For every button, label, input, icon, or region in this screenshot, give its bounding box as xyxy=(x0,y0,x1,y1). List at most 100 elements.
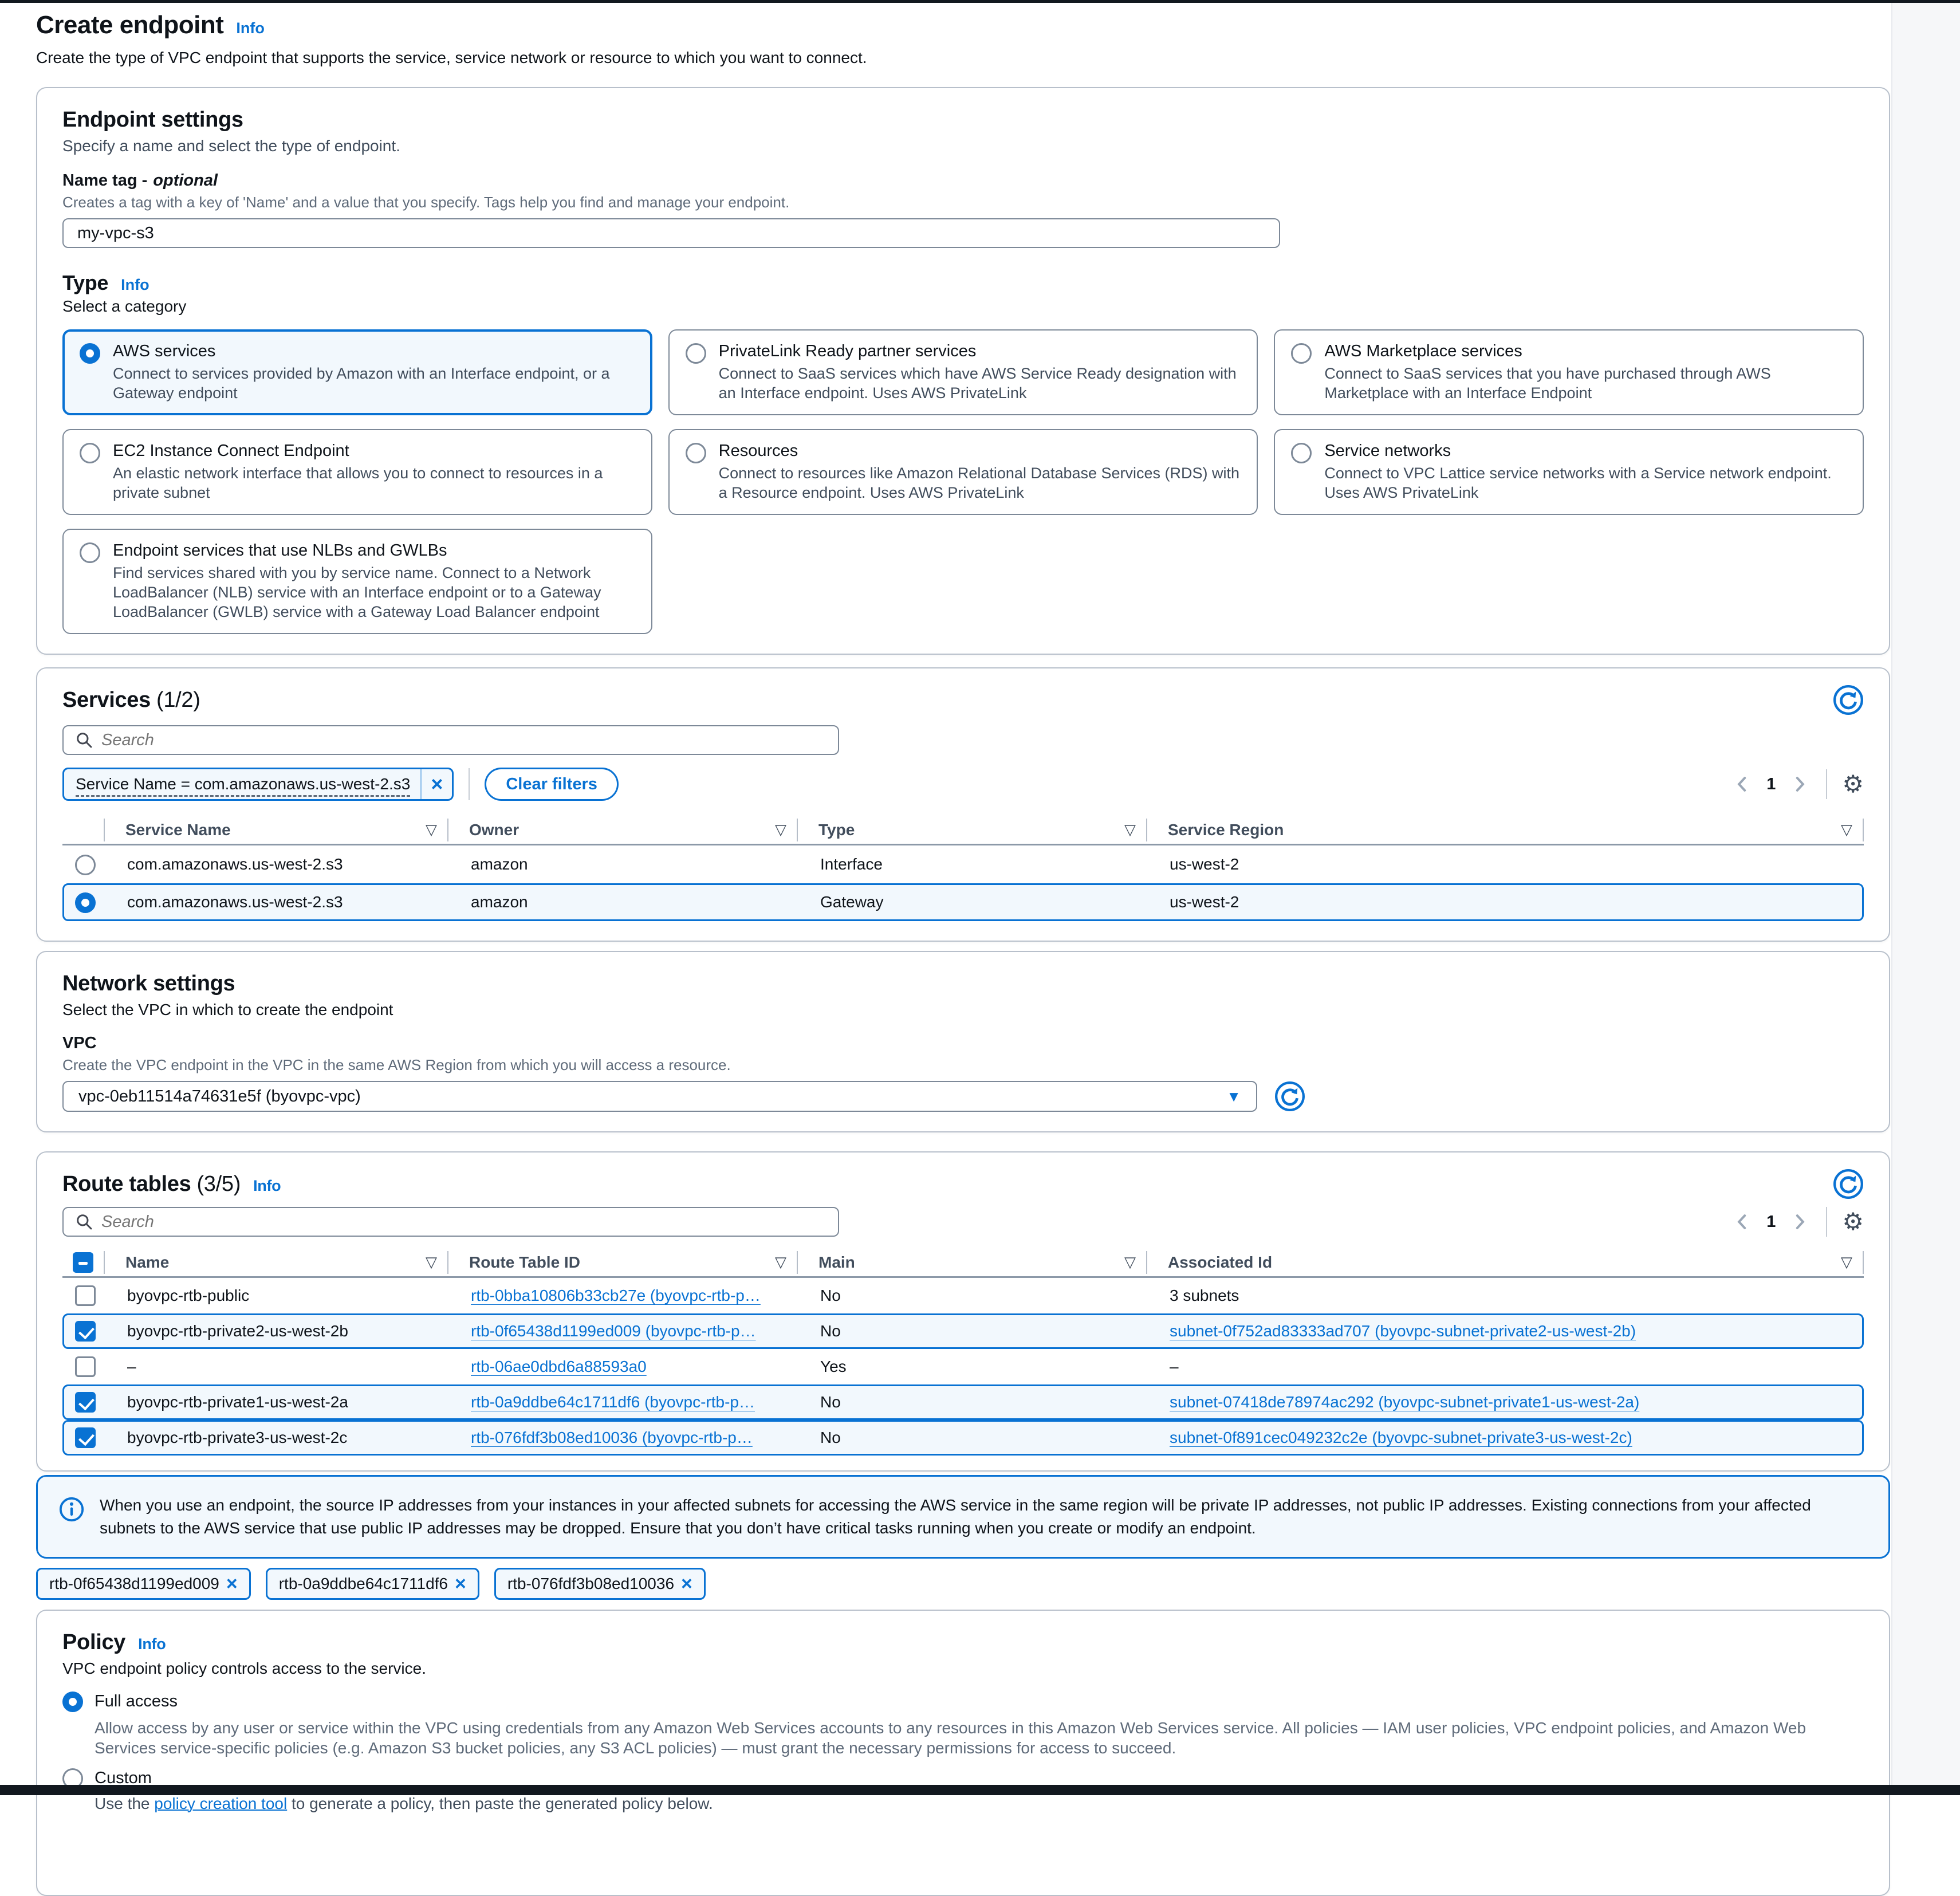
next-page-icon[interactable] xyxy=(1788,1210,1811,1233)
policy-info-link[interactable]: Info xyxy=(138,1635,166,1653)
radio-icon[interactable] xyxy=(686,443,706,463)
vpc-select[interactable]: vpc-0eb11514a74631e5f (byovpc-vpc) ▼ xyxy=(62,1081,1257,1112)
column-header-service-region[interactable]: Service Region▽ xyxy=(1147,819,1864,841)
page-number[interactable]: 1 xyxy=(1758,1213,1784,1232)
associated-id-cell: – xyxy=(1149,1358,1862,1376)
services-search-input[interactable] xyxy=(101,731,826,750)
row-radio-icon[interactable] xyxy=(75,855,96,875)
main-cell: Yes xyxy=(800,1358,1149,1376)
select-all-checkbox[interactable] xyxy=(73,1252,93,1273)
route-table-row[interactable]: byovpc-rtb-public rtb-0bba10806b33cb27e … xyxy=(62,1278,1864,1313)
services-pagination: 1 ⚙ xyxy=(1731,769,1864,799)
filter-caret-icon[interactable]: ▽ xyxy=(1124,821,1136,839)
route-table-row[interactable]: – rtb-06ae0dbd6a88593a0 Yes – xyxy=(62,1349,1864,1384)
row-checkbox-checked[interactable] xyxy=(75,1392,96,1413)
service-row-gateway[interactable]: com.amazonaws.us-west-2.s3 amazon Gatewa… xyxy=(62,883,1864,921)
subnets-popover-link[interactable]: 3 subnets xyxy=(1170,1287,1239,1305)
radio-icon[interactable] xyxy=(80,443,100,463)
endpoint-info-alert: When you use an endpoint, the source IP … xyxy=(36,1475,1890,1559)
category-ec2-instance-connect[interactable]: EC2 Instance Connect Endpoint An elastic… xyxy=(62,429,652,515)
policy-creation-tool-link[interactable]: policy creation tool xyxy=(154,1795,287,1812)
previous-page-icon[interactable] xyxy=(1731,773,1754,796)
radio-checked-icon[interactable] xyxy=(80,343,100,364)
type-info-link[interactable]: Info xyxy=(121,276,149,293)
radio-icon[interactable] xyxy=(1291,443,1312,463)
filter-caret-icon[interactable]: ▽ xyxy=(775,1253,786,1271)
radio-icon[interactable] xyxy=(1291,343,1312,364)
row-checkbox[interactable] xyxy=(75,1356,96,1377)
category-resources[interactable]: Resources Connect to resources like Amaz… xyxy=(668,429,1258,515)
column-header-route-table-id[interactable]: Route Table ID▽ xyxy=(448,1251,798,1274)
category-service-networks[interactable]: Service networks Connect to VPC Lattice … xyxy=(1274,429,1864,515)
route-table-token: rtb-0a9ddbe64c1711df6 × xyxy=(266,1568,479,1600)
services-refresh-button[interactable] xyxy=(1833,685,1864,718)
row-radio-checked-icon[interactable] xyxy=(75,892,96,913)
services-filter-row: Service Name = com.amazonaws.us-west-2.s… xyxy=(62,768,1864,801)
category-label: Service networks xyxy=(1324,442,1847,461)
route-table-id-link[interactable]: rtb-0f65438d1199ed009 (byovpc-rtb-p… xyxy=(471,1322,756,1340)
route-tables-search[interactable] xyxy=(62,1207,839,1237)
remove-filter-icon[interactable]: × xyxy=(420,769,452,799)
vpc-refresh-button[interactable] xyxy=(1274,1081,1305,1112)
service-row-interface[interactable]: com.amazonaws.us-west-2.s3 amazon Interf… xyxy=(62,845,1864,883)
subnet-link[interactable]: subnet-0f752ad83333ad707 (byovpc-subnet-… xyxy=(1170,1322,1636,1340)
page-number[interactable]: 1 xyxy=(1758,775,1784,794)
filter-caret-icon[interactable]: ▽ xyxy=(426,1253,437,1271)
previous-page-icon[interactable] xyxy=(1731,1210,1754,1233)
table-preferences-gear-icon[interactable]: ⚙ xyxy=(1842,1210,1864,1234)
name-cell: byovpc-rtb-private2-us-west-2b xyxy=(107,1322,450,1340)
clear-filters-button[interactable]: Clear filters xyxy=(485,768,619,801)
category-description: Connect to SaaS services which have AWS … xyxy=(719,364,1241,403)
route-table-id-link[interactable]: rtb-076fdf3b08ed10036 (byovpc-rtb-p… xyxy=(471,1429,753,1446)
page-info-link[interactable]: Info xyxy=(236,19,264,37)
row-checkbox[interactable] xyxy=(75,1285,96,1306)
route-table-id-link[interactable]: rtb-06ae0dbd6a88593a0 xyxy=(471,1358,647,1375)
next-page-icon[interactable] xyxy=(1788,773,1811,796)
filter-caret-icon[interactable]: ▽ xyxy=(1124,1253,1136,1271)
subnet-link[interactable]: subnet-07418de78974ac292 (byovpc-subnet-… xyxy=(1170,1393,1639,1411)
filter-token-label[interactable]: Service Name = com.amazonaws.us-west-2.s… xyxy=(76,775,410,797)
services-search[interactable] xyxy=(62,725,839,755)
custom-description: Use the policy creation tool to generate… xyxy=(95,1793,1864,1814)
row-checkbox-checked[interactable] xyxy=(75,1321,96,1342)
route-tables-refresh-button[interactable] xyxy=(1833,1169,1864,1202)
remove-token-icon[interactable]: × xyxy=(219,1573,245,1595)
filter-caret-icon[interactable]: ▽ xyxy=(426,821,437,839)
right-panel-gutter xyxy=(1891,3,1960,1785)
route-tables-info-link[interactable]: Info xyxy=(253,1177,281,1194)
route-table-row[interactable]: byovpc-rtb-private1-us-west-2a rtb-0a9dd… xyxy=(62,1384,1864,1420)
remove-token-icon[interactable]: × xyxy=(674,1573,699,1595)
window-top-border xyxy=(0,0,1960,3)
radio-icon[interactable] xyxy=(80,542,100,563)
category-nlb-gwlb[interactable]: Endpoint services that use NLBs and GWLB… xyxy=(62,529,652,634)
row-checkbox-checked[interactable] xyxy=(75,1427,96,1448)
filter-caret-icon[interactable]: ▽ xyxy=(1841,1253,1852,1271)
table-preferences-gear-icon[interactable]: ⚙ xyxy=(1842,772,1864,796)
route-table-id-link[interactable]: rtb-0bba10806b33cb27e (byovpc-rtb-p… xyxy=(471,1287,761,1304)
subnet-link[interactable]: subnet-0f891cec049232c2e (byovpc-subnet-… xyxy=(1170,1429,1632,1446)
column-header-associated-id[interactable]: Associated Id▽ xyxy=(1147,1251,1864,1274)
column-header-main[interactable]: Main▽ xyxy=(798,1251,1147,1274)
column-header-service-name[interactable]: Service Name▽ xyxy=(105,819,448,841)
filter-caret-icon[interactable]: ▽ xyxy=(775,821,786,839)
divider xyxy=(1826,1207,1827,1237)
filter-caret-icon[interactable]: ▽ xyxy=(1841,821,1852,839)
column-header-owner[interactable]: Owner▽ xyxy=(448,819,798,841)
alert-text: When you use an endpoint, the source IP … xyxy=(100,1494,1868,1540)
column-header-type[interactable]: Type▽ xyxy=(798,819,1147,841)
category-aws-services[interactable]: AWS services Connect to services provide… xyxy=(62,329,652,415)
route-table-row[interactable]: byovpc-rtb-private3-us-west-2c rtb-076fd… xyxy=(62,1420,1864,1456)
policy-full-access-option[interactable]: Full access xyxy=(62,1690,1864,1712)
page-header: Create endpointInfo Create the type of V… xyxy=(36,11,1890,67)
radio-checked-icon[interactable] xyxy=(62,1692,83,1712)
category-marketplace[interactable]: AWS Marketplace services Connect to SaaS… xyxy=(1274,329,1864,415)
route-tables-search-input[interactable] xyxy=(101,1213,826,1232)
category-privatelink-partner[interactable]: PrivateLink Ready partner services Conne… xyxy=(668,329,1258,415)
route-table-row[interactable]: byovpc-rtb-private2-us-west-2b rtb-0f654… xyxy=(62,1313,1864,1349)
route-table-id-link[interactable]: rtb-0a9ddbe64c1711df6 (byovpc-rtb-p… xyxy=(471,1393,755,1411)
remove-token-icon[interactable]: × xyxy=(448,1573,473,1595)
name-tag-input[interactable] xyxy=(62,218,1280,248)
column-header-name[interactable]: Name▽ xyxy=(105,1251,448,1274)
category-description: Connect to VPC Lattice service networks … xyxy=(1324,463,1847,502)
radio-icon[interactable] xyxy=(686,343,706,364)
